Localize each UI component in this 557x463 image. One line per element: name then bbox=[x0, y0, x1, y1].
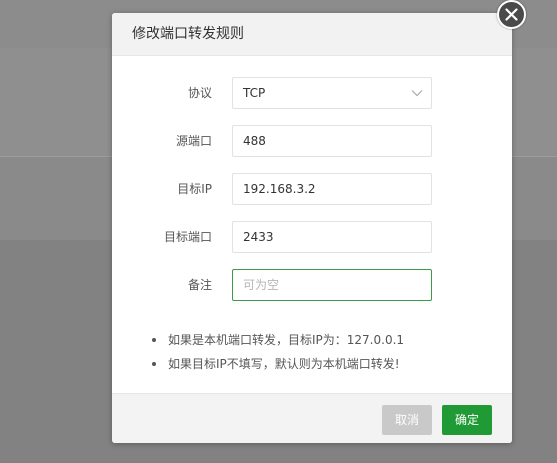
cancel-button[interactable]: 取消 bbox=[382, 405, 432, 435]
chevron-down-icon bbox=[411, 90, 423, 97]
close-button[interactable] bbox=[497, 0, 526, 29]
protocol-select[interactable]: TCP bbox=[232, 77, 432, 109]
remark-input[interactable] bbox=[232, 269, 432, 301]
target-ip-input[interactable] bbox=[232, 173, 432, 205]
protocol-label: 协议 bbox=[187, 86, 212, 100]
source-port-input[interactable] bbox=[232, 125, 432, 157]
remark-label: 备注 bbox=[187, 278, 212, 292]
close-icon bbox=[505, 8, 518, 21]
dialog-title: 修改端口转发规则 bbox=[112, 13, 512, 56]
source-port-label: 源端口 bbox=[175, 134, 212, 148]
target-port-row: 目标端口 bbox=[112, 221, 512, 253]
dialog-footer: 取消 确定 bbox=[112, 393, 512, 443]
protocol-row: 协议 TCP bbox=[112, 77, 512, 109]
edit-port-forward-dialog: 修改端口转发规则 协议 TCP 源端口 目标IP 目标端口 备注 如果是本机端口… bbox=[112, 13, 512, 443]
note-item: 如果是本机端口转发，目标IP为：127.0.0.1 bbox=[152, 328, 404, 352]
protocol-selected-value: TCP bbox=[243, 86, 266, 100]
target-ip-row: 目标IP bbox=[112, 173, 512, 205]
note-item: 如果目标IP不填写，默认则为本机端口转发! bbox=[152, 352, 404, 376]
confirm-button[interactable]: 确定 bbox=[442, 405, 492, 435]
help-notes: 如果是本机端口转发，目标IP为：127.0.0.1 如果目标IP不填写，默认则为… bbox=[152, 328, 404, 376]
target-ip-label: 目标IP bbox=[177, 182, 212, 196]
target-port-input[interactable] bbox=[232, 221, 432, 253]
target-port-label: 目标端口 bbox=[163, 230, 212, 244]
source-port-row: 源端口 bbox=[112, 125, 512, 157]
remark-row: 备注 bbox=[112, 269, 512, 301]
